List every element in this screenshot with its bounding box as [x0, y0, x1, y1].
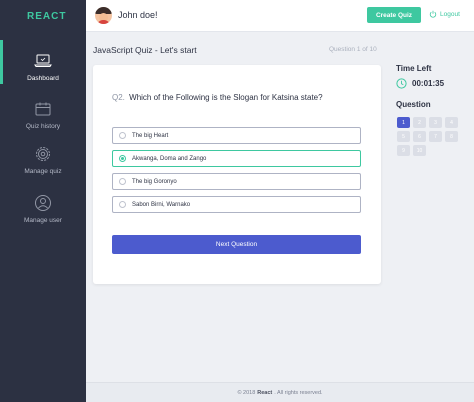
- next-question-button[interactable]: Next Question: [112, 235, 361, 254]
- sidebar-item-label: Manage user: [24, 217, 62, 224]
- sidebar-item-quiz-history[interactable]: Quiz history: [0, 100, 86, 130]
- option-label: The big Heart: [132, 132, 169, 139]
- question-nav-button[interactable]: 2: [413, 117, 426, 128]
- footer-copyright: © 2018: [237, 389, 256, 396]
- option-label: The big Goronyo: [132, 178, 177, 185]
- sidebar: REACT Dashboard Quiz history Manage quiz: [0, 0, 86, 402]
- sidebar-item-dashboard[interactable]: Dashboard: [0, 40, 86, 84]
- answer-option-selected[interactable]: Akwanga, Doma and Zango: [112, 150, 361, 167]
- sidebar-item-label: Manage quiz: [24, 168, 62, 175]
- question-nav-button[interactable]: 7: [429, 131, 442, 142]
- sidebar-item-label: Dashboard: [27, 75, 59, 82]
- radio-icon: [119, 201, 126, 208]
- footer-brand-link[interactable]: React: [257, 390, 272, 396]
- question-nav-button[interactable]: 10: [413, 145, 426, 156]
- question-body: Which of the Following is the Slogan for…: [129, 93, 323, 102]
- username: John doe!: [118, 10, 158, 20]
- radio-icon: [119, 178, 126, 185]
- radio-icon: [119, 132, 126, 139]
- clock-icon: [396, 78, 407, 89]
- question-nav-button[interactable]: 5: [397, 131, 410, 142]
- power-icon: [429, 10, 437, 18]
- create-quiz-button[interactable]: Create Quiz: [367, 7, 421, 23]
- question-nav-label: Question: [396, 100, 431, 109]
- question-counter: Question 1 of 10: [329, 46, 377, 53]
- question-nav-button[interactable]: 3: [429, 117, 442, 128]
- timer: 00:01:35: [396, 78, 444, 89]
- question-number: Q2.: [112, 93, 125, 102]
- logout-link[interactable]: Logout: [429, 10, 460, 18]
- time-left-label: Time Left: [396, 64, 432, 73]
- option-label: Akwanga, Doma and Zango: [132, 155, 207, 162]
- quiz-title: JavaScript Quiz - Let's start: [93, 45, 197, 55]
- question-nav-button[interactable]: 8: [445, 131, 458, 142]
- time-value: 00:01:35: [412, 79, 445, 88]
- answer-option[interactable]: The big Heart: [112, 127, 361, 144]
- question-nav-button[interactable]: 6: [413, 131, 426, 142]
- top-header: John doe! Create Quiz Logout: [86, 0, 474, 32]
- avatar[interactable]: [95, 7, 112, 24]
- footer-rights: . All rights reserved.: [274, 389, 323, 396]
- quiz-card: Q2. Which of the Following is the Slogan…: [93, 65, 381, 284]
- question-nav-button[interactable]: 9: [397, 145, 410, 156]
- question-text: Q2. Which of the Following is the Slogan…: [112, 93, 372, 102]
- user-icon: [35, 195, 51, 211]
- sidebar-item-manage-user[interactable]: Manage user: [0, 194, 86, 224]
- footer: © 2018 React . All rights reserved.: [86, 382, 474, 402]
- gear-icon: [36, 147, 50, 161]
- answer-option[interactable]: Sabon Birni, Warnako: [112, 196, 361, 213]
- logout-label: Logout: [440, 10, 460, 18]
- sidebar-item-label: Quiz history: [25, 123, 61, 130]
- radio-checked-icon: [119, 155, 126, 162]
- answer-option[interactable]: The big Goronyo: [112, 173, 361, 190]
- brand-logo[interactable]: REACT: [0, 0, 86, 32]
- sidebar-item-manage-quiz[interactable]: Manage quiz: [0, 145, 86, 175]
- question-nav-button[interactable]: 1: [397, 117, 410, 128]
- question-nav-button[interactable]: 4: [445, 117, 458, 128]
- option-label: Sabon Birni, Warnako: [132, 201, 191, 208]
- calendar-icon: [35, 102, 51, 116]
- laptop-icon: [34, 54, 52, 67]
